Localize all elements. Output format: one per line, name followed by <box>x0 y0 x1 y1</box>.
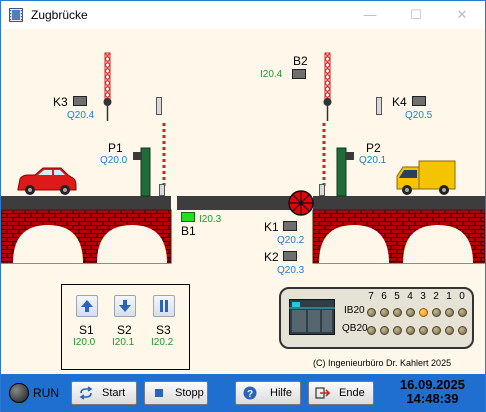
control-panel: S1 S2 S3 I20.0 I20.1 I20.2 <box>61 284 190 370</box>
ib20-bit-led <box>418 308 428 317</box>
b2-address: I20.4 <box>260 69 283 80</box>
b2-label: B2 <box>293 54 308 68</box>
k4-label: K4 <box>392 95 407 109</box>
k1-lamp <box>283 221 297 231</box>
s2-label: S2 <box>117 323 132 337</box>
k2-label: K2 <box>264 250 279 264</box>
stop-icon <box>155 389 163 397</box>
stop-button[interactable]: Stopp <box>144 381 208 405</box>
window-title: Zugbrücke <box>31 8 88 22</box>
qb20-bit-led <box>418 326 428 335</box>
refresh-icon <box>79 386 93 400</box>
exit-icon <box>315 387 331 399</box>
app-window: Zugbrücke — ☐ ✕ K3 Q20.4 B2 I20.4 K4 Q20… <box>0 0 486 412</box>
right-barrier-post <box>376 97 382 115</box>
copyright-text: (C) Ingenieurbüro Dr. Kahlert 2025 <box>313 358 452 368</box>
s3-button[interactable] <box>153 295 175 317</box>
bottom-toolbar: RUN Start Stopp ? Hilfe Ende 16.09.2025 … <box>1 374 485 412</box>
arrow-up-icon <box>81 300 93 312</box>
qb20-bit-led <box>405 326 415 335</box>
left-road <box>1 196 171 210</box>
arrow-down-icon <box>119 300 131 312</box>
help-icon: ? <box>243 386 257 400</box>
svg-text:?: ? <box>247 389 253 400</box>
qb20-bit-led <box>392 326 402 335</box>
exit-button[interactable]: Ende <box>308 381 374 405</box>
right-end-post <box>319 184 325 196</box>
qb20-bit-led <box>444 326 454 335</box>
s2-address: I20.1 <box>112 337 135 348</box>
b1-label: B1 <box>181 224 196 238</box>
s1-address: I20.0 <box>73 337 96 348</box>
s1-label: S1 <box>79 323 94 337</box>
start-button[interactable]: Start <box>71 381 137 405</box>
s3-address: I20.2 <box>151 337 174 348</box>
p1-address: Q20.0 <box>100 155 128 166</box>
k2-address: Q20.3 <box>277 265 305 276</box>
k1-label: K1 <box>264 220 279 234</box>
ib20-bit-led <box>444 308 454 317</box>
qb20-bit-led <box>457 326 467 335</box>
led-matrix <box>281 289 476 349</box>
film-app-icon <box>9 8 23 22</box>
k3-label: K3 <box>53 95 68 109</box>
k4-address: Q20.5 <box>405 110 433 121</box>
s3-label: S3 <box>156 323 171 337</box>
ib20-bit-led <box>457 308 467 317</box>
qb20-bit-led <box>366 326 376 335</box>
p1-label: P1 <box>108 141 123 155</box>
time-text: 14:48:39 <box>406 391 459 406</box>
date-text: 16.09.2025 <box>399 377 465 392</box>
s1-button[interactable] <box>76 295 98 317</box>
stop-label: Stopp <box>175 387 204 399</box>
k3-address: Q20.4 <box>67 110 95 121</box>
right-road <box>313 196 485 210</box>
title-bar: Zugbrücke — ☐ ✕ <box>1 1 485 29</box>
help-button[interactable]: ? Hilfe <box>235 381 301 405</box>
minimize-button[interactable]: — <box>347 1 393 29</box>
ib20-bit-led <box>431 308 441 317</box>
ib20-bit-led <box>366 308 376 317</box>
pause-icon <box>160 300 168 312</box>
drawbridge-scene: K3 Q20.4 B2 I20.4 K4 Q20.5 P1 Q20.0 P2 Q… <box>1 29 485 374</box>
qb20-bit-led <box>431 326 441 335</box>
help-label: Hilfe <box>270 387 293 399</box>
p2-address: Q20.1 <box>359 155 387 166</box>
k3-lamp <box>73 96 87 106</box>
k2-lamp <box>283 251 297 261</box>
datetime-display: 16.09.2025 14:48:39 <box>400 378 465 406</box>
left-barrier-post <box>156 97 162 115</box>
run-label: RUN <box>33 386 59 400</box>
io-status-panel: 76543210 IB20 QB20 <box>279 287 474 349</box>
ib20-bit-led <box>379 308 389 317</box>
k1-address: Q20.2 <box>277 235 305 246</box>
run-indicator-icon <box>9 383 29 403</box>
s2-button[interactable] <box>114 295 136 317</box>
b1-sensor <box>181 212 195 222</box>
exit-label: Ende <box>339 387 365 399</box>
yellow-truck <box>396 160 456 195</box>
qb20-bit-led <box>379 326 389 335</box>
b1-address: I20.3 <box>199 214 222 225</box>
ib20-bit-led <box>392 308 402 317</box>
start-label: Start <box>102 387 126 399</box>
close-button[interactable]: ✕ <box>439 1 485 29</box>
k4-lamp <box>412 96 426 106</box>
p2-label: P2 <box>366 141 381 155</box>
bridge-deck <box>177 196 299 210</box>
b2-sensor <box>292 69 306 79</box>
left-end-post <box>159 184 165 196</box>
maximize-button[interactable]: ☐ <box>393 1 439 29</box>
red-car <box>17 167 77 195</box>
ib20-bit-led <box>405 308 415 317</box>
